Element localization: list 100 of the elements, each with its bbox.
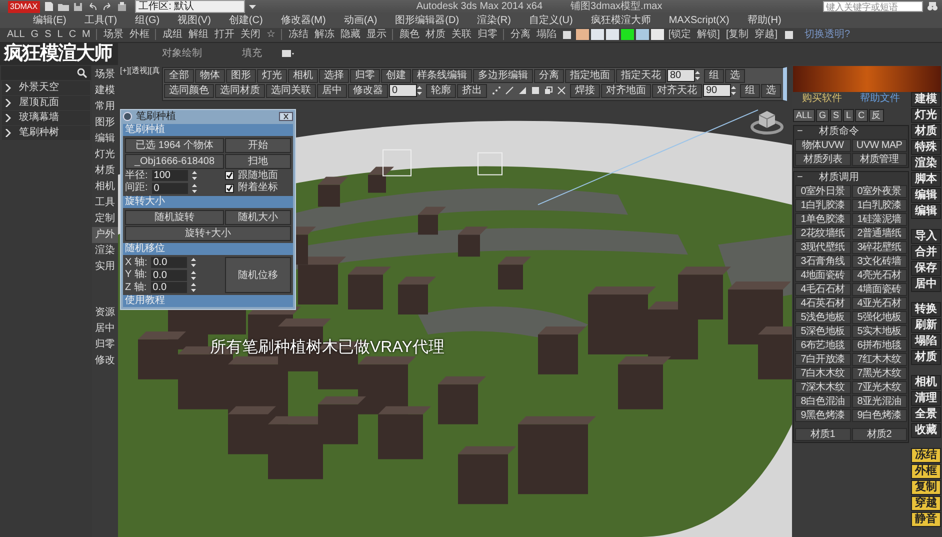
tree-item[interactable]: 玻璃幕墙 — [2, 110, 90, 125]
collapse-toggle[interactable]: − — [797, 172, 803, 184]
toolbar-button[interactable]: 居中 — [317, 84, 347, 98]
filter-button[interactable]: L — [843, 108, 854, 122]
menu-item[interactable]: 自定义(U) — [520, 14, 582, 28]
toolbar-button[interactable]: 成组 — [159, 28, 186, 42]
panel-tab[interactable]: 填充 — [222, 42, 282, 65]
checkbox[interactable] — [225, 171, 234, 180]
category-button[interactable]: 居中 — [92, 320, 118, 337]
material-button[interactable]: 1硅藻泥墙 — [852, 212, 907, 226]
category-tab[interactable]: 相机 — [92, 178, 118, 195]
toolbar-button[interactable]: 分离 — [534, 68, 564, 83]
toolbar-button[interactable]: 挤出 — [457, 84, 487, 98]
toolbar-button[interactable]: 打开 — [211, 28, 238, 42]
side-button[interactable]: 灯光 — [911, 108, 941, 123]
toolbar-button[interactable]: 选同关联 — [266, 84, 316, 98]
material-button[interactable]: 4亮光石材 — [852, 268, 907, 282]
toolbar-button[interactable]: 轮廓 — [426, 84, 456, 98]
material-button[interactable]: 6布艺地毯 — [795, 338, 850, 352]
side-button[interactable]: 编辑 — [911, 204, 941, 219]
material-button[interactable]: 4毛石石材 — [795, 282, 850, 296]
material-button[interactable]: 5强化地板 — [852, 310, 907, 324]
material-button[interactable]: 5实木地板 — [852, 324, 907, 338]
spinner-arrows-icon[interactable] — [191, 270, 196, 281]
side-button[interactable]: 复制 — [911, 480, 941, 495]
toolbar-button[interactable]: 对齐天花 — [652, 84, 702, 98]
toolbar-button[interactable]: 穿越] — [752, 28, 781, 42]
toolbar-button[interactable]: 塌陷 — [533, 28, 560, 42]
search-field[interactable] — [1, 66, 91, 80]
dialog-button[interactable]: 旋转+大小 — [125, 226, 291, 241]
dialog-button[interactable]: _Obj1666-618408 — [125, 154, 224, 169]
side-button[interactable]: 全景 — [911, 406, 941, 422]
dialog-button[interactable]: 开始 — [225, 138, 291, 153]
side-button[interactable]: 转换 — [911, 302, 941, 317]
tree-item[interactable]: 笔刷种树 — [2, 126, 90, 140]
side-button[interactable]: 材质 — [911, 124, 941, 139]
menu-item[interactable]: 动画(A) — [334, 14, 386, 28]
screen-icon[interactable] — [282, 50, 294, 58]
color-swatch[interactable] — [591, 29, 604, 40]
toolbar-button[interactable]: 指定天花 — [616, 68, 666, 83]
square-icon[interactable] — [531, 86, 540, 96]
material-button[interactable]: 1单色胶漆 — [795, 212, 850, 226]
material-button[interactable]: 材质列表 — [795, 152, 850, 166]
toolbar-link[interactable]: 切换透明? — [796, 29, 858, 41]
side-button[interactable]: 清理 — [911, 390, 941, 406]
menu-item[interactable]: 编辑(E) — [24, 14, 76, 28]
material-button[interactable]: 物体UVW — [795, 138, 850, 152]
filter-button[interactable]: 反 — [868, 108, 884, 122]
spinner-arrows-icon[interactable] — [191, 257, 196, 268]
material-button[interactable]: 4亚光石材 — [852, 296, 907, 310]
category-tab[interactable]: 材质 — [92, 162, 118, 179]
toggle-square[interactable] — [784, 30, 793, 39]
side-button[interactable]: 相机 — [911, 374, 941, 390]
new-file-icon[interactable] — [44, 1, 54, 12]
toolbar-button[interactable]: 关联 — [448, 28, 474, 42]
side-button[interactable]: 穿越 — [911, 496, 941, 511]
material-button[interactable]: 1白乳胶漆 — [795, 198, 850, 212]
toolbar-button[interactable]: 选择 — [319, 68, 349, 83]
tree-item[interactable]: 外景天空 — [2, 80, 90, 95]
vertex-icon[interactable] — [492, 86, 501, 96]
side-button[interactable]: 特殊 — [911, 140, 941, 155]
toolbar-button[interactable]: 全部 — [164, 68, 194, 83]
color-swatch[interactable] — [606, 29, 620, 40]
undo-icon[interactable] — [86, 2, 98, 12]
filter-button[interactable]: M — [79, 28, 94, 42]
material-button[interactable]: 3文化砖墙 — [852, 254, 907, 268]
toolbar-button[interactable]: 材质 — [422, 28, 448, 42]
chevron-icon[interactable] — [5, 114, 11, 122]
material-button[interactable]: 7黑光木纹 — [852, 366, 907, 380]
toolbar-button[interactable]: 对齐地面 — [601, 84, 651, 98]
toolbar-button[interactable]: 焊接 — [570, 84, 600, 98]
material-button[interactable]: 7亚光木纹 — [852, 380, 907, 394]
material-button[interactable]: 2花纹墙纸 — [795, 226, 850, 240]
color-swatch[interactable] — [621, 29, 634, 40]
toolbar-button[interactable]: 组 — [704, 68, 724, 83]
filter-button[interactable]: S — [42, 28, 54, 42]
material-button[interactable]: 0室外夜景 — [852, 184, 907, 198]
menu-item[interactable]: 工具(T) — [75, 14, 126, 28]
spinner-arrows-icon[interactable] — [190, 282, 196, 294]
binoculars-icon[interactable] — [926, 2, 938, 12]
material-button[interactable]: 8亚光混油 — [852, 394, 907, 408]
side-button[interactable]: 保存 — [911, 260, 941, 276]
side-button[interactable]: 编辑 — [911, 188, 941, 203]
menu-item[interactable]: 疯狂模渲大师 — [582, 14, 660, 28]
filter-button[interactable]: C — [66, 28, 80, 42]
toolbar-button[interactable]: 物体 — [195, 68, 225, 83]
collapse-toggle[interactable]: − — [797, 126, 803, 138]
toolbar-button[interactable]: 指定地面 — [565, 68, 615, 83]
category-tab[interactable]: 实用 — [92, 258, 118, 275]
toolbar-button[interactable]: 分离 — [507, 28, 534, 42]
toolbar-button[interactable]: 灯光 — [257, 68, 287, 83]
panel-tab[interactable]: 对象绘制 — [142, 42, 222, 65]
side-button[interactable]: 建模 — [911, 92, 941, 107]
chevron-icon[interactable] — [5, 128, 11, 137]
side-button[interactable]: 渲染 — [911, 156, 941, 171]
input-field[interactable]: 0.0 — [150, 282, 187, 294]
category-tab[interactable]: 定制 — [92, 210, 118, 227]
toolbar-button[interactable]: 归零 — [350, 68, 380, 83]
tree-item[interactable]: 屋顶瓦面 — [2, 96, 90, 110]
side-button[interactable]: 导入 — [911, 228, 941, 244]
